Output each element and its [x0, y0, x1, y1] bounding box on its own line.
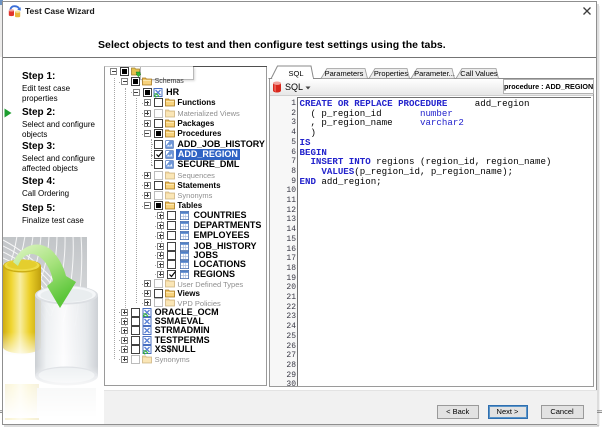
svg-text:Parameters: Parameters [325, 69, 364, 78]
svg-text:Call Values: Call Values [460, 69, 498, 78]
svg-text:Parameter...: Parameter... [414, 69, 455, 78]
svg-text:Properties: Properties [374, 69, 408, 78]
svg-text:SQL: SQL [288, 69, 303, 78]
